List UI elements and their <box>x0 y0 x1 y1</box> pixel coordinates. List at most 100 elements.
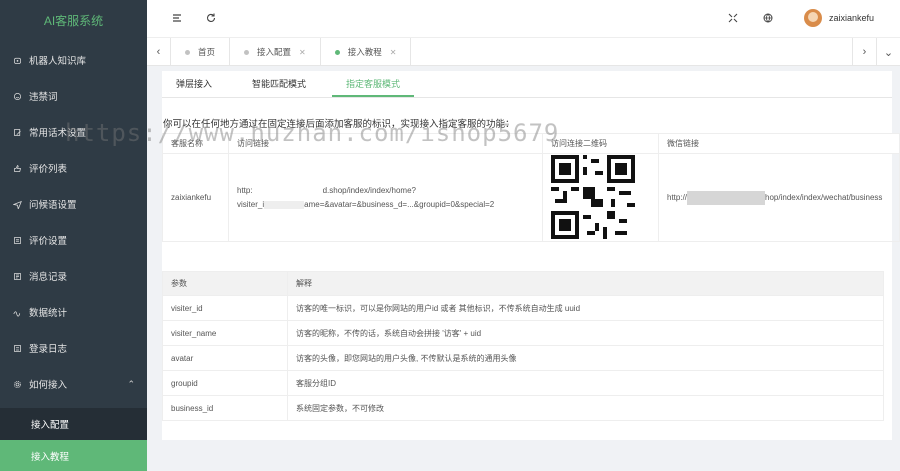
brand-title: AI客服系统 <box>43 14 104 28</box>
access-link-table: 客服名称 访问链接 访问连接二维码 微信链接 zaixiankefu http:… <box>162 133 900 242</box>
sidebar-item-label: 违禁词 <box>29 92 58 103</box>
table-header: 客服名称 <box>162 133 229 154</box>
user-menu[interactable]: zaixiankefu <box>803 9 874 27</box>
table-header: 访问链接 <box>228 133 543 154</box>
param-description: 访客的唯一标识，可以是你网站的用户id 或者 其他标识，不传系统自动生成 uui… <box>287 295 884 321</box>
menu-toggle-icon[interactable] <box>171 12 183 24</box>
sidebar-item-label: 评价设置 <box>29 236 68 247</box>
tab-dot <box>185 49 190 55</box>
param-name: groupid <box>162 370 288 396</box>
qr-code-image <box>551 154 635 239</box>
tab-access-tutorial[interactable]: 接入教程 ✕ <box>321 38 412 66</box>
avatar <box>803 9 822 27</box>
link-part: _d=...&groupid=0&special=2 <box>393 200 495 209</box>
blur-mask <box>687 190 766 205</box>
gear-icon <box>12 379 22 389</box>
list-icon <box>12 235 22 245</box>
sidebar-item-6[interactable]: 评价设置 <box>0 222 147 258</box>
link-part: visiter_i <box>237 200 265 209</box>
param-name: business_id <box>162 395 288 421</box>
tab-access-config[interactable]: 接入配置 ✕ <box>230 38 321 66</box>
tab-label: 接入配置 <box>257 47 292 57</box>
blur-mask <box>264 200 305 209</box>
edit-icon <box>12 127 22 137</box>
tabs-scroll-left-icon[interactable]: ‹ <box>147 38 171 66</box>
sidebar-item-5[interactable]: 问候语设置 <box>0 186 147 222</box>
tabs-scroll-right-icon[interactable]: › <box>852 38 876 66</box>
sidebar-item-label: 常用话术设置 <box>29 128 87 139</box>
main-card: 弹层接入 智能匹配模式 指定客服模式 你可以在任何地方通过在固定连接后面添加客服… <box>162 71 900 440</box>
submenu-item-access-config[interactable]: 接入配置 <box>0 408 147 440</box>
table-row: zaixiankefu http: d.shop/index/index/home… <box>162 153 900 242</box>
agent-name: zaixiankefu <box>162 153 229 242</box>
table-header: 解释 <box>287 271 884 296</box>
link-part: http: <box>237 186 253 196</box>
send-icon <box>12 199 22 209</box>
table-row: visiter_id 访客的唯一标识，可以是你网站的用户id 或者 其他标识，不传… <box>162 295 884 321</box>
sidebar-item-4[interactable]: 评价列表 <box>0 150 147 186</box>
close-icon[interactable]: ✕ <box>299 48 306 57</box>
table-header: 访问连接二维码 <box>542 133 659 154</box>
table-row: business_id 系统固定参数，不可修改 <box>162 395 884 421</box>
param-description: 访客的头像，即您网站的用户头像, 不传默认是系统的通用头像 <box>287 345 884 371</box>
param-name: visiter_name <box>162 320 288 346</box>
param-description: 系统固定参数，不可修改 <box>287 395 884 421</box>
access-link[interactable]: http: d.shop/index/index/home? visiter_i a… <box>228 153 543 242</box>
username: zaixiankefu <box>828 13 874 23</box>
sidebar-item-9[interactable]: 登录日志 <box>0 330 147 366</box>
thumb-icon <box>12 163 22 173</box>
params-table: 参数 解释 visiter_id 访客的唯一标识，可以是你网站的用户id 或者 其… <box>162 271 884 421</box>
subtab-designated-agent[interactable]: 指定客服模式 <box>332 71 415 97</box>
sidebar-item-8[interactable]: 数据统计 <box>0 294 147 330</box>
topbar: zaixiankefu <box>147 0 900 38</box>
sidebar-item-2[interactable]: 违禁词 <box>0 78 147 114</box>
table-header: 微信链接 <box>658 133 900 154</box>
table-row: visiter_name 访客的昵称，不传的话，系统自动会拼接 '访客' + ui… <box>162 320 884 346</box>
param-name: avatar <box>162 345 288 371</box>
link-part: http:// <box>667 192 688 202</box>
table-header: 参数 <box>162 271 288 296</box>
chart-icon <box>12 307 22 317</box>
wechat-link[interactable]: http:// hop/index/index/wechat/business <box>658 153 900 242</box>
tab-home[interactable]: 首页 <box>171 38 231 66</box>
tab-label: 接入教程 <box>347 47 382 57</box>
sidebar-item-3[interactable]: 常用话术设置 <box>0 114 147 150</box>
sidebar-item-label: 登录日志 <box>29 344 68 355</box>
link-part: d.shop/index/index/home? <box>322 186 416 196</box>
table-header-row: 客服名称 访问链接 访问连接二维码 微信链接 <box>162 133 900 154</box>
sidebar-item-label: 问候语设置 <box>29 200 77 211</box>
table-header-row: 参数 解释 <box>162 271 884 296</box>
tab-dot <box>334 49 340 55</box>
globe-icon[interactable] <box>762 12 774 24</box>
refresh-icon[interactable] <box>205 12 217 24</box>
blur-mask <box>252 184 323 198</box>
smile-icon <box>12 91 22 101</box>
param-name: visiter_id <box>162 295 288 321</box>
link-part: ame=&avatar=&business <box>304 200 394 209</box>
tabs-bar: ‹ 首页 接入配置 ✕ 接入教程 ✕ › ⌄ <box>147 38 900 66</box>
param-description: 客服分组ID <box>287 370 884 396</box>
chevron-up-icon: ⌃ <box>127 378 135 389</box>
tab-label: 首页 <box>198 47 216 57</box>
submenu-item-access-tutorial[interactable]: 接入教程 <box>0 440 147 471</box>
param-description: 访客的昵称，不传的话，系统自动会拼接 '访客' + uid <box>287 320 884 346</box>
sidebar-item-label: 消息记录 <box>29 272 68 283</box>
tab-dot <box>244 49 250 55</box>
qr-cell <box>542 153 659 242</box>
fullscreen-icon[interactable] <box>727 12 739 24</box>
sidebar-item-10[interactable]: 如何接入 ⌃ <box>0 366 147 402</box>
description: 你可以在任何地方通过在固定连接后面添加客服的标识，实现接入指定客服的功能： <box>163 119 515 130</box>
sidebar-item-label: 数据统计 <box>29 308 68 319</box>
sidebar-item-1[interactable]: 机器人知识库 <box>0 42 147 78</box>
sidebar: AI客服系统 机器人知识库违禁词常用话术设置 评价列表问候语设置评价设置消息记录数… <box>0 0 147 471</box>
submenu: 接入配置 接入教程 <box>0 408 147 471</box>
subtab-popup[interactable]: 弹层接入 <box>162 71 226 97</box>
sidebar-item-label: 评价列表 <box>29 164 68 175</box>
close-icon[interactable]: ✕ <box>390 48 397 57</box>
sidebar-item-7[interactable]: 消息记录 <box>0 258 147 294</box>
table-row: avatar 访客的头像，即您网站的用户头像, 不传默认是系统的通用头像 <box>162 345 884 371</box>
tabs-dropdown-chevron-down-icon[interactable]: ⌄ <box>876 38 900 66</box>
subtab-smart-match[interactable]: 智能匹配模式 <box>238 71 320 97</box>
sub-tabs: 弹层接入 智能匹配模式 指定客服模式 <box>162 71 892 98</box>
sidebar-item-label: 如何接入 <box>29 380 68 391</box>
